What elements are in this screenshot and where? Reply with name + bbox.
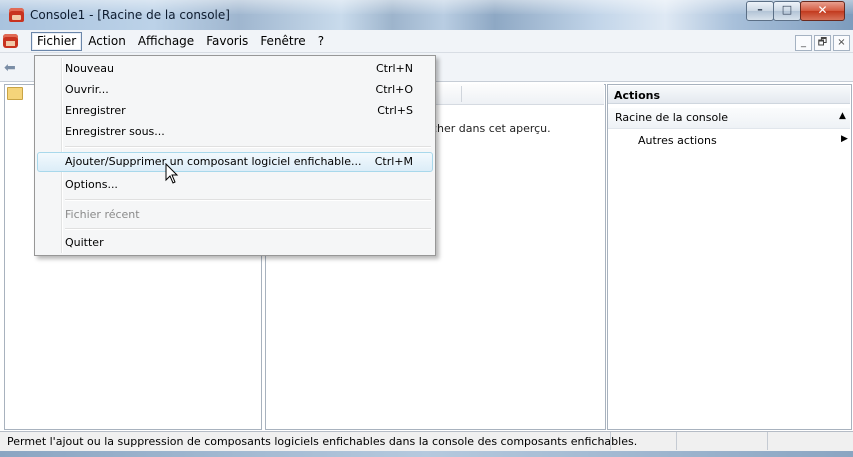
- close-button[interactable]: ✕: [800, 1, 845, 21]
- menu-item-label: Quitter: [65, 236, 104, 249]
- folder-icon[interactable]: [7, 87, 23, 100]
- menu-fichier[interactable]: Fichier: [31, 32, 83, 51]
- window-title: Console1 - [Racine de la console]: [30, 8, 230, 22]
- menu-item-enregistrer[interactable]: Enregistrer Ctrl+S: [37, 101, 433, 121]
- minimize-icon: –: [757, 3, 763, 16]
- mdi-minimize-button[interactable]: _: [795, 35, 812, 51]
- menu-item-label: Options...: [65, 178, 118, 191]
- menu-help[interactable]: ?: [312, 32, 330, 51]
- back-arrow-icon[interactable]: ⬅: [4, 60, 16, 76]
- window-bottom-frame: [0, 451, 853, 457]
- menu-action[interactable]: Action: [82, 32, 132, 51]
- status-text: Permet l'ajout ou la suppression de comp…: [7, 435, 638, 448]
- menu-item-shortcut: Ctrl+S: [377, 104, 413, 117]
- menu-item-label: Fichier récent: [65, 208, 140, 221]
- maximize-button[interactable]: □: [773, 1, 801, 21]
- menu-favoris[interactable]: Favoris: [200, 32, 254, 51]
- more-actions-link[interactable]: Autres actions: [638, 134, 717, 147]
- menu-separator: [65, 199, 431, 201]
- mdi-controls: _ 🗗 ×: [793, 35, 850, 51]
- close-icon: ✕: [817, 3, 828, 17]
- status-divider: [676, 432, 677, 450]
- menu-item-label: Ajouter/Supprimer un composant logiciel …: [65, 155, 362, 168]
- menu-separator: [65, 228, 431, 230]
- window-controls: – □ ✕: [746, 1, 845, 21]
- menu-separator: [65, 146, 431, 148]
- mouse-cursor-icon: [165, 163, 179, 184]
- mmc-app-icon[interactable]: [9, 8, 24, 22]
- menu-affichage[interactable]: Affichage: [132, 32, 200, 51]
- menu-item-enregistrer-sous[interactable]: Enregistrer sous...: [37, 122, 433, 142]
- status-divider: [767, 432, 768, 450]
- menu-fenetre[interactable]: Fenêtre: [254, 32, 311, 51]
- menu-item-options[interactable]: Options...: [37, 175, 433, 195]
- menu-item-add-remove-snapin[interactable]: Ajouter/Supprimer un composant logiciel …: [37, 152, 433, 172]
- menu-item-shortcut: Ctrl+O: [375, 83, 413, 96]
- empty-view-message: cher dans cet aperçu.: [431, 122, 551, 135]
- mdi-close-button[interactable]: ×: [833, 35, 850, 51]
- menu-item-nouveau[interactable]: Nouveau Ctrl+N: [37, 59, 433, 79]
- collapse-up-icon[interactable]: ▲: [839, 111, 846, 121]
- minimize-button[interactable]: –: [746, 1, 774, 21]
- menu-item-ouvrir[interactable]: Ouvrir... Ctrl+O: [37, 80, 433, 100]
- menu-items: Fichier Action Affichage Favoris Fenêtre…: [31, 32, 330, 51]
- menu-item-shortcut: Ctrl+N: [375, 62, 413, 75]
- menu-item-label: Ouvrir...: [65, 83, 109, 96]
- actions-section-label[interactable]: Racine de la console: [615, 111, 728, 124]
- menu-item-label: Enregistrer: [65, 104, 126, 117]
- status-divider: [610, 432, 611, 450]
- maximize-icon: □: [781, 3, 793, 16]
- file-menu-dropdown: Nouveau Ctrl+N Ouvrir... Ctrl+O Enregist…: [34, 55, 436, 256]
- actions-title: Actions: [614, 89, 660, 102]
- mdi-restore-button[interactable]: 🗗: [814, 35, 831, 51]
- document-system-menu-icon[interactable]: [3, 34, 18, 48]
- menu-item-shortcut: Ctrl+M: [374, 155, 413, 168]
- menu-item-quitter[interactable]: Quitter: [37, 233, 433, 253]
- menu-item-label: Enregistrer sous...: [65, 125, 165, 138]
- column-divider[interactable]: [461, 86, 462, 102]
- menu-item-recent-files: Fichier récent: [37, 205, 433, 225]
- menu-item-label: Nouveau: [65, 62, 114, 75]
- submenu-arrow-icon[interactable]: ▶: [841, 134, 848, 144]
